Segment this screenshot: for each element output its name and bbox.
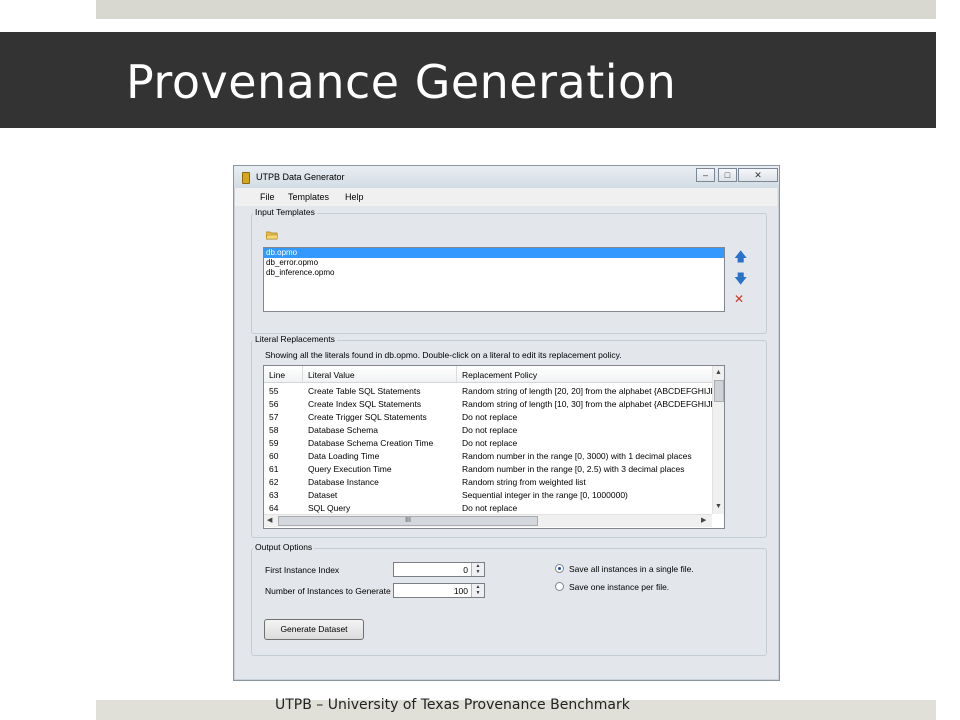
- maximize-icon[interactable]: □: [718, 168, 737, 182]
- stepper-arrows-icon[interactable]: ▲ ▼: [471, 563, 484, 576]
- cell-replacement-policy: Random string of length [20, 20] from th…: [462, 386, 724, 396]
- cell-literal-value: Create Table SQL Statements: [308, 386, 421, 396]
- table-header: Line Literal Value Replacement Policy: [264, 366, 712, 383]
- cell-literal-value: Database Schema: [308, 425, 378, 435]
- menu-help[interactable]: Help: [345, 192, 364, 202]
- table-row[interactable]: 60 Data Loading Time Random number in the …: [264, 449, 712, 462]
- radio-one-per-file-label[interactable]: Save one instance per file.: [569, 582, 669, 592]
- move-up-icon[interactable]: 🡅: [734, 250, 747, 263]
- template-item-db-inference-opmo[interactable]: db_inference.opmo: [264, 268, 724, 278]
- stepper-arrows-icon[interactable]: ▲ ▼: [471, 584, 484, 597]
- minimize-icon[interactable]: –: [696, 168, 715, 182]
- cell-literal-value: Dataset: [308, 490, 338, 500]
- cell-replacement-policy: Random number in the range [0, 2.5) with…: [462, 464, 685, 474]
- cell-replacement-policy: Do not replace: [462, 438, 518, 448]
- cell-line: 63: [269, 490, 279, 500]
- cell-replacement-policy: Random string from weighted list: [462, 477, 586, 487]
- radio-single-file[interactable]: [555, 564, 564, 573]
- literal-info-text: Showing all the literals found in db.opm…: [265, 350, 622, 360]
- cell-replacement-policy: Random string of length [10, 30] from th…: [462, 399, 724, 409]
- table-row[interactable]: 64 SQL Query Do not replace: [264, 501, 712, 514]
- cell-literal-value: Create Index SQL Statements: [308, 399, 422, 409]
- menu-templates[interactable]: Templates: [288, 192, 329, 202]
- radio-one-per-file[interactable]: [555, 582, 564, 591]
- column-header-replacement-policy[interactable]: Replacement Policy: [462, 370, 537, 380]
- cell-line: 59: [269, 438, 279, 448]
- template-list[interactable]: db.opmo db_error.opmo db_inference.opmo: [263, 247, 725, 312]
- table-row[interactable]: 61 Query Execution Time Random number in t…: [264, 462, 712, 475]
- radio-single-file-label[interactable]: Save all instances in a single file.: [569, 564, 694, 574]
- cell-replacement-policy: Sequential integer in the range [0, 1000…: [462, 490, 628, 500]
- cell-line: 64: [269, 503, 279, 513]
- cell-literal-value: SQL Query: [308, 503, 351, 513]
- cell-literal-value: Query Execution Time: [308, 464, 392, 474]
- cell-literal-value: Create Trigger SQL Statements: [308, 412, 427, 422]
- cell-replacement-policy: Do not replace: [462, 425, 518, 435]
- cell-literal-value: Database Instance: [308, 477, 379, 487]
- first-instance-index-stepper[interactable]: 0 ▲ ▼: [393, 562, 485, 577]
- cell-literal-value: Data Loading Time: [308, 451, 380, 461]
- table-row[interactable]: 63 Dataset Sequential integer in the range…: [264, 488, 712, 501]
- instance-count-value: 100: [453, 586, 468, 596]
- first-instance-index-label: First Instance Index: [265, 565, 340, 575]
- move-down-icon[interactable]: 🡇: [734, 272, 747, 285]
- first-instance-index-value: 0: [463, 565, 468, 575]
- literal-replacements-label: Literal Replacements: [253, 334, 337, 344]
- cell-replacement-policy: Do not replace: [462, 412, 518, 422]
- vertical-scroll-thumb[interactable]: [714, 380, 724, 402]
- column-divider[interactable]: [302, 366, 303, 382]
- utpb-data-generator-window: UTPB Data Generator – □ ✕ File Templates…: [233, 165, 780, 681]
- cell-replacement-policy: Do not replace: [462, 503, 518, 513]
- column-header-literal-value[interactable]: Literal Value: [308, 370, 355, 380]
- literals-table: Line Literal Value Replacement Policy 55…: [263, 365, 725, 529]
- scroll-down-icon[interactable]: ▼: [715, 502, 722, 512]
- table-row[interactable]: 58 Database Schema Do not replace: [264, 423, 712, 436]
- horizontal-scrollbar[interactable]: ◀ III ▶: [264, 514, 712, 527]
- close-icon[interactable]: ✕: [738, 168, 778, 182]
- window-titlebar[interactable]: UTPB Data Generator – □ ✕: [234, 166, 779, 188]
- vertical-scrollbar[interactable]: ▲ ▼: [712, 366, 724, 514]
- cell-line: 60: [269, 451, 279, 461]
- instance-count-stepper[interactable]: 100 ▲ ▼: [393, 583, 485, 598]
- table-row[interactable]: 57 Create Trigger SQL Statements Do not re…: [264, 410, 712, 423]
- cell-line: 58: [269, 425, 279, 435]
- cell-line: 55: [269, 386, 279, 396]
- cell-line: 56: [269, 399, 279, 409]
- window-title: UTPB Data Generator: [256, 172, 345, 182]
- output-options-label: Output Options: [253, 542, 315, 552]
- menu-bar: File Templates Help: [235, 188, 777, 206]
- template-item-db-opmo[interactable]: db.opmo: [264, 248, 724, 258]
- scroll-left-icon[interactable]: ◀: [267, 516, 272, 526]
- cell-line: 61: [269, 464, 279, 474]
- table-row[interactable]: 59 Database Schema Creation Time Do not re…: [264, 436, 712, 449]
- slide-title: Provenance Generation: [126, 55, 677, 109]
- cell-line: 57: [269, 412, 279, 422]
- generate-dataset-button[interactable]: Generate Dataset: [264, 619, 364, 640]
- cell-replacement-policy: Random number in the range [0, 3000) wit…: [462, 451, 692, 461]
- slide-top-bar: [96, 0, 936, 19]
- cell-literal-value: Database Schema Creation Time: [308, 438, 434, 448]
- column-divider[interactable]: [456, 366, 457, 382]
- table-row[interactable]: 55 Create Table SQL Statements Random stri…: [264, 384, 723, 397]
- menu-file[interactable]: File: [260, 192, 275, 202]
- scroll-up-icon[interactable]: ▲: [715, 368, 722, 378]
- cell-line: 62: [269, 477, 279, 487]
- horizontal-scroll-thumb[interactable]: III: [278, 516, 538, 526]
- template-item-db-error-opmo[interactable]: db_error.opmo: [264, 258, 724, 268]
- open-folder-icon[interactable]: [266, 230, 278, 240]
- remove-icon[interactable]: ✕: [734, 293, 744, 306]
- instance-count-label: Number of Instances to Generate: [265, 586, 391, 596]
- table-row[interactable]: 62 Database Instance Random string from we…: [264, 475, 712, 488]
- app-icon: [242, 172, 250, 184]
- table-row[interactable]: 56 Create Index SQL Statements Random stri…: [264, 397, 723, 410]
- column-header-line[interactable]: Line: [269, 370, 285, 380]
- scroll-right-icon[interactable]: ▶: [701, 516, 706, 526]
- input-templates-label: Input Templates: [253, 207, 317, 217]
- slide-footer: UTPB – University of Texas Provenance Be…: [275, 697, 630, 713]
